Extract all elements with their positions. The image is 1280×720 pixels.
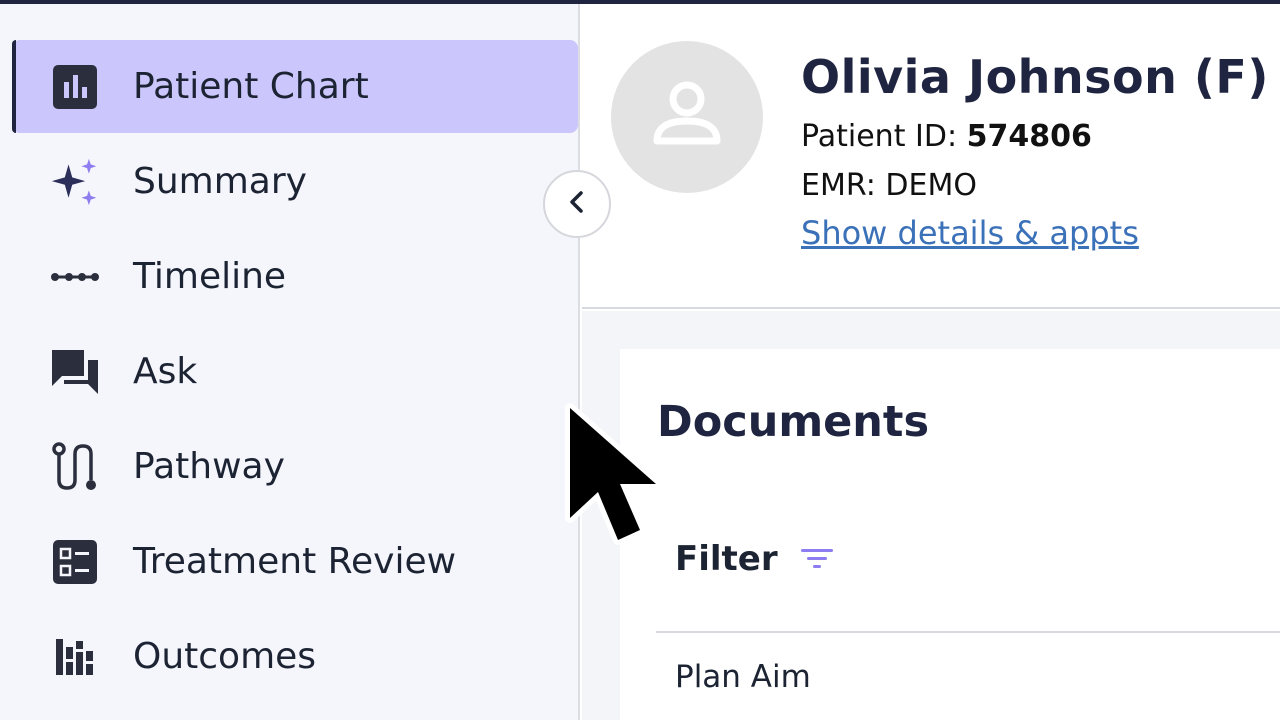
sidebar-item-label: Pathway: [133, 446, 285, 487]
stacked-bars-icon: [50, 632, 100, 682]
filter-label: Filter: [675, 539, 778, 579]
main-content: Olivia Johnson (F) Patient ID: 574806 EM…: [582, 4, 1280, 720]
collapse-sidebar-button[interactable]: [543, 170, 611, 238]
sidebar-item-outcomes[interactable]: Outcomes: [12, 610, 578, 703]
sidebar-item-ask[interactable]: Ask: [12, 325, 578, 418]
filter-lines-icon: [800, 544, 836, 574]
sidebar-item-label: Treatment Review: [133, 541, 457, 582]
chevron-left-icon: [567, 190, 587, 218]
sidebar-item-label: Ask: [133, 351, 198, 392]
patient-header: Olivia Johnson (F) Patient ID: 574806 EM…: [582, 4, 1280, 309]
sidebar-item-timeline[interactable]: Timeline: [12, 230, 578, 323]
chat-bubbles-icon: [50, 347, 100, 397]
patient-id: Patient ID: 574806: [801, 119, 1092, 154]
sparkles-icon: [50, 157, 100, 207]
sidebar-item-label: Patient Chart: [133, 66, 369, 107]
divider: [656, 631, 1280, 633]
pathway-icon: [50, 441, 100, 492]
patient-name: Olivia Johnson (F): [801, 50, 1269, 104]
patient-id-label: Patient ID:: [801, 119, 958, 154]
sidebar-item-treatment-review[interactable]: Treatment Review: [12, 515, 578, 608]
sidebar-item-patient-chart[interactable]: Patient Chart: [12, 40, 578, 133]
timeline-dots-icon: [50, 252, 100, 302]
documents-title: Documents: [657, 397, 930, 447]
person-icon: [647, 75, 727, 159]
sidebar-item-label: Timeline: [133, 256, 287, 297]
emr-label: EMR: DEMO: [801, 168, 977, 203]
filter-button[interactable]: Filter: [675, 539, 836, 579]
list-item[interactable]: Plan Aim: [675, 659, 811, 695]
sidebar-item-summary[interactable]: Summary: [12, 135, 578, 228]
sidebar-item-label: Summary: [133, 161, 307, 202]
sidebar-item-label: Outcomes: [133, 636, 317, 677]
documents-card: Documents Filter Plan Aim: [620, 349, 1280, 720]
sidebar: Patient Chart Summary Timeline Ask Pathw…: [0, 4, 580, 720]
show-details-link[interactable]: Show details & appts: [801, 214, 1139, 252]
patient-id-value: 574806: [966, 119, 1092, 154]
avatar: [611, 41, 763, 193]
sidebar-item-pathway[interactable]: Pathway: [12, 420, 578, 513]
documents-section: Documents Filter Plan Aim: [582, 311, 1280, 720]
list-board-icon: [50, 537, 100, 587]
bar-chart-icon: [50, 62, 100, 112]
